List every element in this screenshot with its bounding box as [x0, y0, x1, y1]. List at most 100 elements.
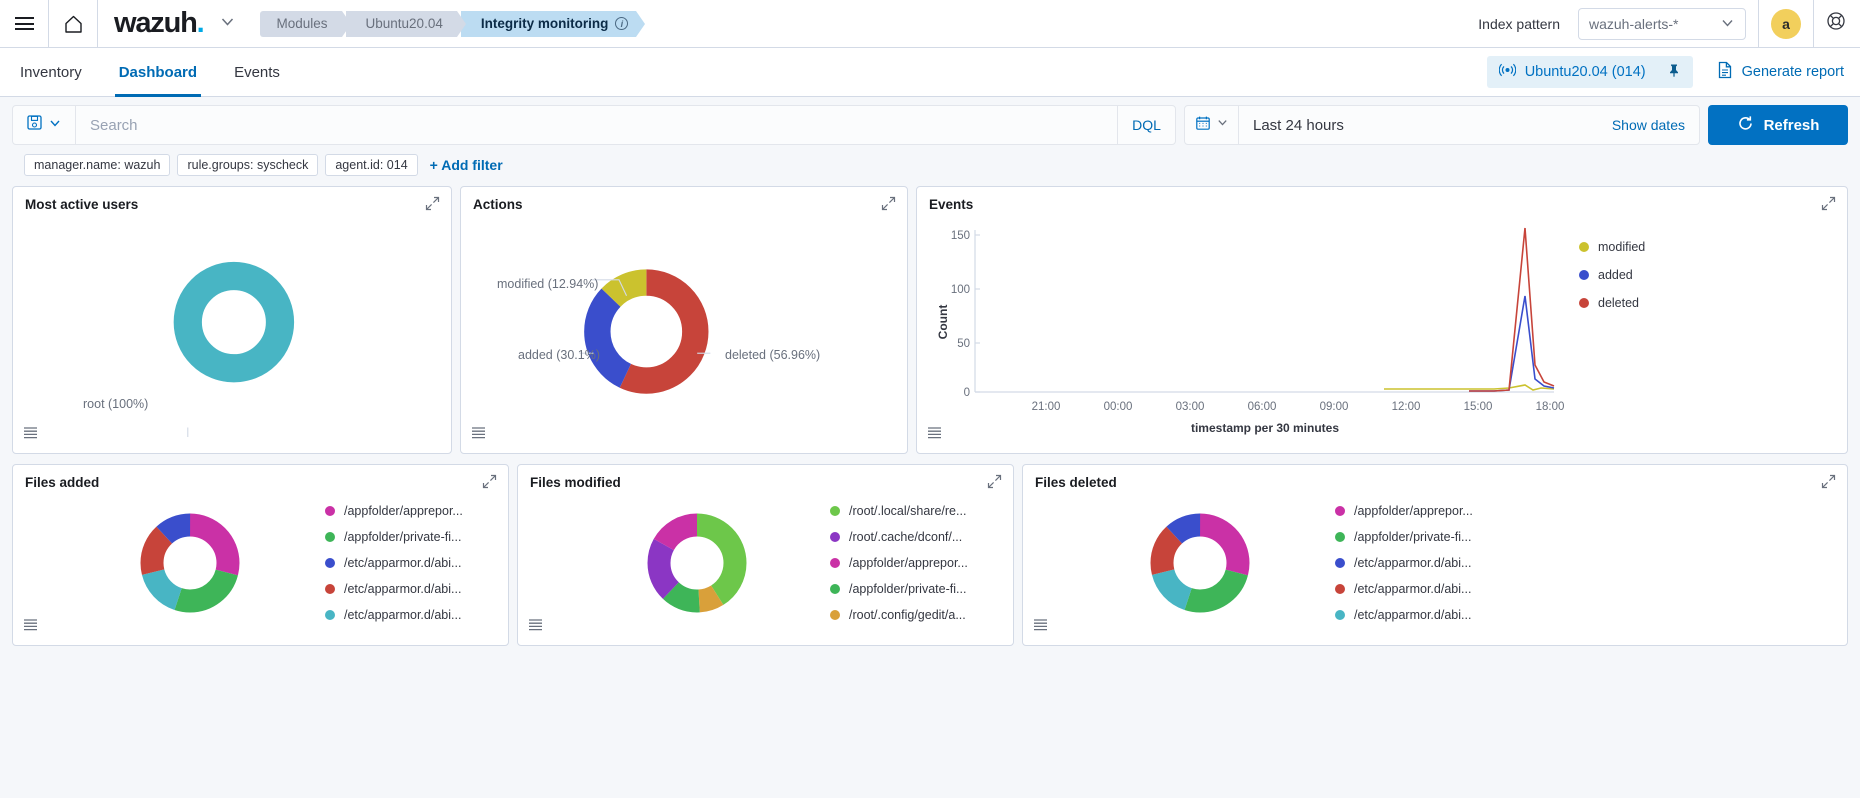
search-input[interactable]: Search [76, 106, 1117, 144]
slice-label-added: added (30.1%) [518, 348, 600, 362]
chart-files-added[interactable]: /appfolder/apprepor... /appfolder/privat… [25, 490, 496, 635]
divider [1758, 0, 1759, 48]
filter-pill[interactable]: manager.name: wazuh [24, 154, 170, 176]
legend-swatch [1579, 242, 1589, 252]
save-query-icon [26, 114, 43, 136]
legend-item[interactable]: /etc/apparmor.d/abi... [1335, 582, 1473, 596]
tab-label: Inventory [20, 64, 82, 81]
legend-item[interactable]: added [1579, 268, 1645, 282]
expand-icon[interactable] [1821, 474, 1836, 494]
x-tick-3: 06:00 [1248, 401, 1277, 413]
legend-item[interactable]: /appfolder/apprepor... [1335, 504, 1473, 518]
index-pattern-value: wazuh-alerts-* [1589, 16, 1678, 32]
avatar[interactable]: a [1771, 9, 1801, 39]
legend-label: added [1598, 268, 1633, 282]
show-dates-label: Show dates [1612, 117, 1685, 133]
legend-item[interactable]: deleted [1579, 296, 1645, 310]
filter-pill[interactable]: agent.id: 014 [325, 154, 417, 176]
breadcrumb-integrity-monitoring[interactable]: Integrity monitoring i [461, 11, 637, 37]
chart-events[interactable]: 150 100 50 0 Count 21:00 00:00 03:00 [929, 212, 1835, 440]
hamburger-icon[interactable] [0, 0, 48, 48]
chart-files-deleted[interactable]: /appfolder/apprepor... /appfolder/privat… [1035, 490, 1835, 635]
breadcrumb-label: Modules [276, 16, 327, 31]
pin-icon[interactable] [1667, 63, 1681, 82]
list-icon[interactable] [470, 424, 487, 446]
x-tick-5: 12:00 [1392, 401, 1421, 413]
legend-swatch [830, 506, 840, 516]
chart-actions[interactable]: modified (12.94%) added (30.1%) deleted … [473, 212, 895, 437]
dashboard-row-2: Files added /appfolder/apprepor... / [12, 464, 1848, 646]
legend-item[interactable]: /root/.cache/dconf/... [830, 530, 968, 544]
tab-dashboard[interactable]: Dashboard [115, 48, 201, 97]
list-icon[interactable] [926, 424, 943, 446]
legend-item[interactable]: /etc/apparmor.d/abi... [325, 608, 463, 622]
legend-item[interactable]: /etc/apparmor.d/abi... [325, 556, 463, 570]
chart-most-active-users[interactable]: root (100%) [25, 212, 439, 437]
saved-query-button[interactable] [13, 106, 76, 144]
expand-icon[interactable] [482, 474, 497, 494]
agent-selector-pill[interactable]: Ubuntu20.04 (014) [1487, 56, 1693, 88]
generate-report-button[interactable]: Generate report [1717, 61, 1844, 83]
list-icon[interactable] [527, 616, 544, 638]
filter-pill[interactable]: rule.groups: syscheck [177, 154, 318, 176]
legend-label: /appfolder/apprepor... [1354, 504, 1473, 518]
chart-legend-files-modified: /root/.local/share/re... /root/.cache/dc… [830, 504, 968, 622]
list-icon[interactable] [22, 424, 39, 446]
legend-label: /etc/apparmor.d/abi... [1354, 556, 1471, 570]
chart-files-modified[interactable]: /root/.local/share/re... /root/.cache/dc… [530, 490, 1001, 635]
legend-item[interactable]: /appfolder/private-fi... [1335, 530, 1473, 544]
index-pattern-label: Index pattern [1478, 16, 1560, 32]
home-icon[interactable] [49, 0, 97, 48]
date-quick-select-button[interactable] [1185, 106, 1239, 144]
legend-item[interactable]: /root/.local/share/re... [830, 504, 968, 518]
legend-item[interactable]: /appfolder/apprepor... [325, 504, 463, 518]
agent-pill-label: Ubuntu20.04 (014) [1525, 64, 1646, 80]
legend-swatch [325, 506, 335, 516]
legend-item[interactable]: /etc/apparmor.d/abi... [325, 582, 463, 596]
legend-swatch [1335, 558, 1345, 568]
slice-label-modified: modified (12.94%) [497, 277, 598, 291]
breadcrumb-modules[interactable]: Modules [260, 11, 341, 37]
query-language-button[interactable]: DQL [1117, 106, 1175, 144]
legend-item[interactable]: /appfolder/private-fi... [325, 530, 463, 544]
info-icon[interactable]: i [615, 17, 628, 30]
breadcrumb-agent[interactable]: Ubuntu20.04 [346, 11, 457, 37]
panel-title: Files modified [530, 475, 1001, 490]
chevron-down-icon [1720, 15, 1735, 33]
x-tick-1: 00:00 [1104, 401, 1133, 413]
add-filter-button[interactable]: + Add filter [430, 157, 503, 173]
chevron-down-icon[interactable] [219, 13, 236, 35]
legend-swatch [325, 532, 335, 542]
legend-item[interactable]: /root/.config/gedit/a... [830, 608, 968, 622]
legend-item[interactable]: /appfolder/private-fi... [830, 582, 968, 596]
legend-label: modified [1598, 240, 1645, 254]
chevron-down-icon [48, 116, 62, 135]
slice-label-root: root (100%) [83, 397, 148, 411]
date-range-value[interactable]: Last 24 hours [1239, 106, 1598, 144]
legend-item[interactable]: /etc/apparmor.d/abi... [1335, 556, 1473, 570]
divider [1813, 0, 1814, 48]
legend-item[interactable]: /appfolder/apprepor... [830, 556, 968, 570]
refresh-button[interactable]: Refresh [1708, 105, 1848, 145]
legend-item[interactable]: modified [1579, 240, 1645, 254]
tab-label: Dashboard [119, 64, 197, 81]
x-tick-0: 21:00 [1032, 401, 1061, 413]
chart-legend-files-deleted: /appfolder/apprepor... /appfolder/privat… [1335, 504, 1473, 622]
expand-icon[interactable] [1821, 196, 1836, 216]
expand-icon[interactable] [987, 474, 1002, 494]
panel-most-active-users: Most active users root (100%) [12, 186, 452, 454]
legend-item[interactable]: /etc/apparmor.d/abi... [1335, 608, 1473, 622]
show-dates-button[interactable]: Show dates [1598, 106, 1699, 144]
tabs-right-actions: Ubuntu20.04 (014) Generate report [1487, 56, 1860, 88]
chart-legend-files-added: /appfolder/apprepor... /appfolder/privat… [325, 504, 463, 622]
wazuh-logo[interactable]: wazuh. [98, 9, 246, 38]
index-pattern-select[interactable]: wazuh-alerts-* [1578, 8, 1746, 40]
list-icon[interactable] [1032, 616, 1049, 638]
list-icon[interactable] [22, 616, 39, 638]
tab-inventory[interactable]: Inventory [16, 48, 86, 97]
tab-events[interactable]: Events [230, 48, 284, 97]
legend-swatch [830, 558, 840, 568]
logo-dot: . [197, 7, 204, 39]
lifebuoy-icon[interactable] [1826, 11, 1860, 36]
legend-swatch [1335, 584, 1345, 594]
